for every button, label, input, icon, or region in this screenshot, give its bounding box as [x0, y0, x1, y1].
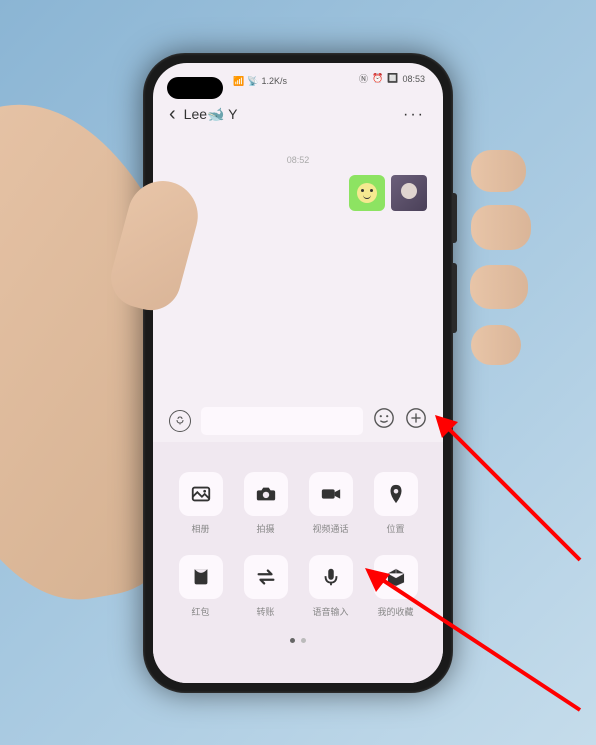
location-label: 位置	[386, 522, 404, 535]
more-button[interactable]: ···	[403, 106, 425, 124]
user-avatar[interactable]	[391, 175, 427, 211]
emoji-message-bubble[interactable]	[349, 175, 385, 211]
annotation-arrow-plus	[420, 400, 590, 570]
signal-icon: 📶	[233, 76, 244, 87]
message-row	[169, 175, 427, 211]
nfc-icon: Ⓝ	[359, 72, 368, 85]
status-time: 08:53	[402, 74, 425, 84]
voice-label: 语音输入	[312, 605, 348, 618]
album-label: 相册	[191, 522, 209, 535]
transfer-label: 转账	[256, 605, 274, 618]
redpacket-icon	[179, 555, 223, 599]
attachment-video-call[interactable]: 视频通话	[303, 472, 358, 535]
page-dot-2[interactable]	[301, 638, 306, 643]
album-icon	[179, 472, 223, 516]
camera-label: 拍摄	[256, 522, 274, 535]
message-timestamp: 08:52	[169, 155, 427, 165]
chat-header: ‹ Lee🐋 Y ···	[153, 95, 443, 135]
attachment-album[interactable]: 相册	[173, 472, 228, 535]
camera-punch-hole	[167, 77, 223, 99]
location-icon	[374, 472, 418, 516]
battery-icon: 🔲	[387, 73, 398, 84]
page-dot-1[interactable]	[290, 638, 295, 643]
annotation-arrow-voice	[350, 550, 590, 720]
attachment-transfer[interactable]: 转账	[238, 555, 293, 618]
network-speed: 1.2K/s	[261, 76, 287, 87]
emoji-picker-button[interactable]	[373, 407, 395, 434]
contact-name[interactable]: Lee🐋 Y	[184, 106, 238, 123]
redpacket-label: 红包	[191, 605, 209, 618]
attachment-location[interactable]: 位置	[368, 472, 423, 535]
voice-input-toggle-icon[interactable]	[169, 410, 191, 432]
video-label: 视频通话	[312, 522, 348, 535]
wifi-icon: 📡	[247, 76, 258, 87]
attachment-camera[interactable]: 拍摄	[238, 472, 293, 535]
back-button[interactable]: ‹	[169, 103, 176, 126]
chat-messages-area[interactable]: 08:52	[153, 135, 443, 400]
message-text-input[interactable]	[201, 407, 363, 435]
transfer-icon	[244, 555, 288, 599]
video-icon	[309, 472, 353, 516]
camera-icon	[244, 472, 288, 516]
message-input-bar	[153, 400, 443, 442]
attachment-red-packet[interactable]: 红包	[173, 555, 228, 618]
voice-icon	[309, 555, 353, 599]
alarm-icon: ⏰	[372, 73, 383, 84]
smile-emoji-icon	[357, 183, 377, 203]
